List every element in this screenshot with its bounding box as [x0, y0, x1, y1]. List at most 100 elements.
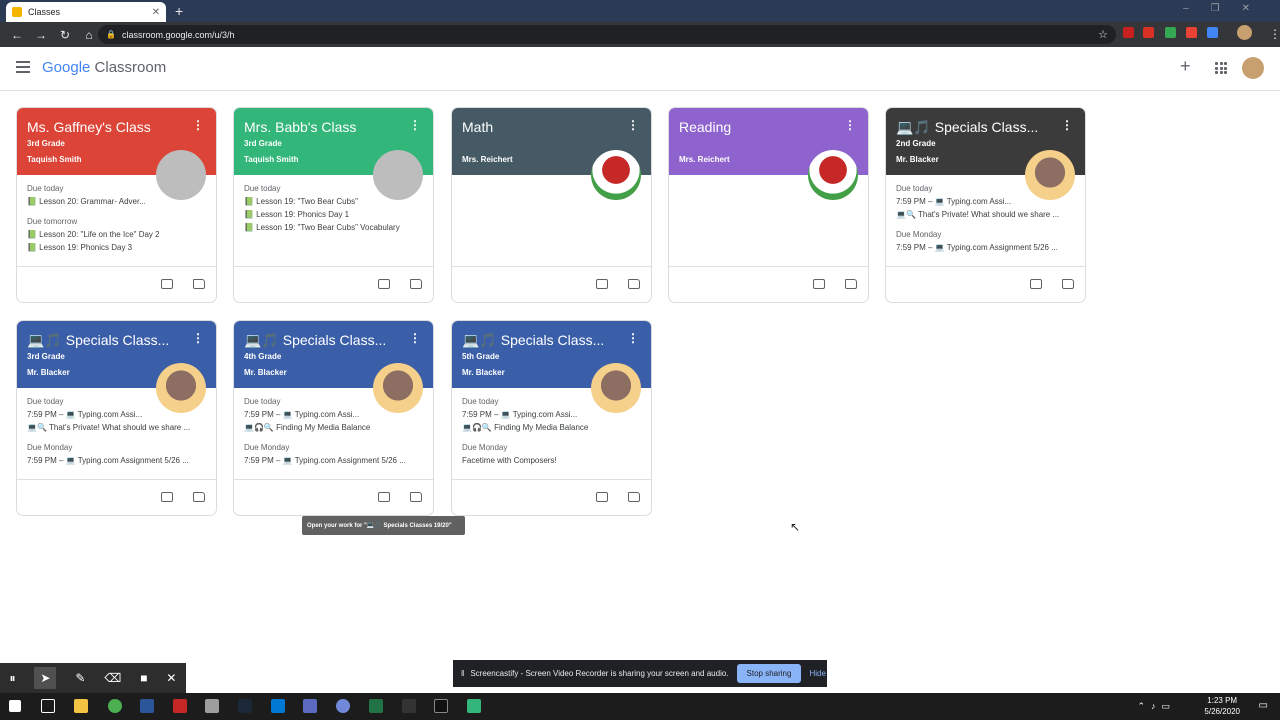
more-options-icon[interactable]: ⋮ [192, 331, 204, 345]
word-icon[interactable] [140, 699, 154, 713]
class-card[interactable]: 💻🎵 Specials Class... 2nd Grade Mr. Blacker… [885, 107, 1086, 303]
back-icon[interactable]: ← [10, 28, 24, 42]
google-apps-icon[interactable] [1215, 62, 1227, 74]
bookmark-star-icon[interactable]: ☆ [1098, 28, 1108, 41]
assignment-link[interactable]: 📗 Lesson 19: "Two Bear Cubs" [244, 197, 429, 206]
webcam-icon[interactable]: ■ [140, 671, 147, 685]
browser-tab[interactable]: Classes ✕ [6, 2, 166, 22]
open-folder-icon[interactable] [410, 492, 422, 502]
app-icon[interactable] [271, 699, 285, 713]
open-your-work-icon[interactable] [378, 492, 390, 502]
cursor-tool-icon[interactable]: ➤ [34, 667, 57, 689]
class-title[interactable]: Mrs. Babb's Class [244, 119, 356, 135]
assignment-link[interactable]: 📗 Lesson 20: "Life on the Ice" Day 2 [27, 230, 212, 239]
calculator-icon[interactable] [205, 699, 219, 713]
assignment-link[interactable]: 7:59 PM – 💻 Typing.com Assi... [27, 410, 212, 419]
open-folder-icon[interactable] [193, 279, 205, 289]
url-field[interactable]: 🔒 classroom.google.com/u/3/h ☆ [98, 25, 1116, 44]
new-tab-icon[interactable]: + [175, 3, 183, 19]
forward-icon[interactable]: → [34, 28, 48, 42]
pen-tool-icon[interactable]: ✎ [75, 671, 85, 685]
profile-avatar-icon[interactable] [1237, 25, 1252, 40]
more-options-icon[interactable]: ⋮ [627, 118, 639, 132]
close-tab-icon[interactable]: ✕ [152, 7, 160, 18]
adblock-extension-icon[interactable] [1143, 27, 1154, 38]
hamburger-menu-icon[interactable] [16, 61, 30, 73]
assignment-link[interactable]: 7:59 PM – 💻 Typing.com Assignment 5/26 .… [27, 456, 212, 465]
file-explorer-icon[interactable] [74, 699, 88, 713]
system-tray-icons[interactable]: ⌃♪▭ [1137, 701, 1176, 712]
more-options-icon[interactable]: ⋮ [409, 331, 421, 345]
notifications-icon[interactable]: ▭ [1259, 700, 1268, 711]
assignment-link[interactable]: 7:59 PM – 💻 Typing.com Assi... [462, 410, 647, 419]
windows-start-icon[interactable] [9, 700, 21, 712]
chrome-menu-icon[interactable]: ⋮ [1268, 27, 1280, 41]
flash-icon[interactable] [173, 699, 187, 713]
assignment-link[interactable]: 7:59 PM – 💻 Typing.com Assignment 5/26 .… [896, 243, 1081, 252]
open-your-work-icon[interactable] [596, 279, 608, 289]
class-title[interactable]: Reading [679, 119, 731, 135]
open-folder-icon[interactable] [193, 492, 205, 502]
class-title[interactable]: 💻🎵 Specials Class... [896, 119, 1038, 136]
class-title[interactable]: 💻🎵 Specials Class... [462, 332, 604, 349]
more-options-icon[interactable]: ⋮ [192, 118, 204, 132]
assignment-link[interactable]: 📗 Lesson 19: Phonics Day 1 [244, 210, 429, 219]
task-view-icon[interactable] [41, 699, 55, 713]
class-title[interactable]: Math [462, 119, 493, 135]
terminal-icon[interactable] [434, 699, 448, 713]
class-card[interactable]: 💻🎵 Specials Class... 5th Grade Mr. Blacker… [451, 320, 652, 516]
google-classroom-logo[interactable]: Google Classroom [42, 59, 166, 76]
eraser-tool-icon[interactable]: ⌫ [104, 671, 121, 685]
green-extension-icon[interactable] [1165, 27, 1176, 38]
chrome-icon[interactable] [108, 699, 122, 713]
user-avatar[interactable] [1242, 57, 1264, 79]
remote-desktop-icon[interactable] [303, 699, 317, 713]
class-card[interactable]: Math Mrs. Reichert ⋮ [451, 107, 652, 303]
class-card[interactable]: Ms. Gaffney's Class 3rd Grade Taquish Smit… [16, 107, 217, 303]
class-title[interactable]: Ms. Gaffney's Class [27, 119, 151, 135]
open-your-work-icon[interactable] [161, 279, 173, 289]
open-your-work-icon[interactable] [161, 492, 173, 502]
epic-games-icon[interactable] [402, 699, 416, 713]
assignment-link[interactable]: Facetime with Composers! [462, 456, 647, 465]
home-icon[interactable]: ⌂ [82, 28, 96, 42]
pdf-extension-icon[interactable] [1123, 27, 1134, 38]
assignment-link[interactable]: 📗 Lesson 19: Phonics Day 3 [27, 243, 212, 252]
open-your-work-icon[interactable] [378, 279, 390, 289]
assignment-link[interactable]: 7:59 PM – 💻 Typing.com Assi... [244, 410, 429, 419]
open-your-work-icon[interactable] [1030, 279, 1042, 289]
excel-icon[interactable] [369, 699, 383, 713]
steam-icon[interactable] [238, 699, 252, 713]
class-title[interactable]: 💻🎵 Specials Class... [244, 332, 386, 349]
open-folder-icon[interactable] [628, 279, 640, 289]
open-folder-icon[interactable] [410, 279, 422, 289]
class-card[interactable]: Reading Mrs. Reichert ⋮ [668, 107, 869, 303]
assignment-link[interactable]: 📗 Lesson 20: Grammar- Adver... [27, 197, 212, 206]
more-options-icon[interactable]: ⋮ [844, 118, 856, 132]
open-your-work-icon[interactable] [813, 279, 825, 289]
more-options-icon[interactable]: ⋮ [1061, 118, 1073, 132]
window-controls[interactable]: –❐✕ [1183, 3, 1272, 14]
class-card[interactable]: Mrs. Babb's Class 3rd Grade Taquish Smith ⋮… [233, 107, 434, 303]
sheets-icon[interactable] [467, 699, 481, 713]
class-card[interactable]: 💻🎵 Specials Class... 4th Grade Mr. Blacker… [233, 320, 434, 516]
discord-icon[interactable] [336, 699, 350, 713]
taskbar-clock[interactable]: 1:23 PM 5/26/2020 [1204, 695, 1240, 717]
open-your-work-icon[interactable] [596, 492, 608, 502]
stop-sharing-button[interactable]: Stop sharing [736, 664, 802, 683]
class-card[interactable]: 💻🎵 Specials Class... 3rd Grade Mr. Blacker… [16, 320, 217, 516]
class-title[interactable]: 💻🎵 Specials Class... [27, 332, 169, 349]
hide-button[interactable]: Hide [809, 669, 825, 678]
assignment-link[interactable]: 💻🎧🔍 Finding My Media Balance [462, 423, 647, 432]
more-options-icon[interactable]: ⋮ [409, 118, 421, 132]
add-class-icon[interactable]: + [1180, 56, 1191, 77]
close-toolbar-icon[interactable]: ✕ [166, 671, 176, 685]
reload-icon[interactable]: ↻ [58, 28, 72, 42]
assignment-link[interactable]: 7:59 PM – 💻 Typing.com Assignment 5/26 .… [244, 456, 429, 465]
assignment-link[interactable]: 💻🎧🔍 Finding My Media Balance [244, 423, 429, 432]
k-extension-icon[interactable] [1207, 27, 1218, 38]
assignment-link[interactable]: 💻🔍 That's Private! What should we share … [896, 210, 1081, 219]
more-options-icon[interactable]: ⋮ [627, 331, 639, 345]
open-folder-icon[interactable] [628, 492, 640, 502]
open-folder-icon[interactable] [1062, 279, 1074, 289]
